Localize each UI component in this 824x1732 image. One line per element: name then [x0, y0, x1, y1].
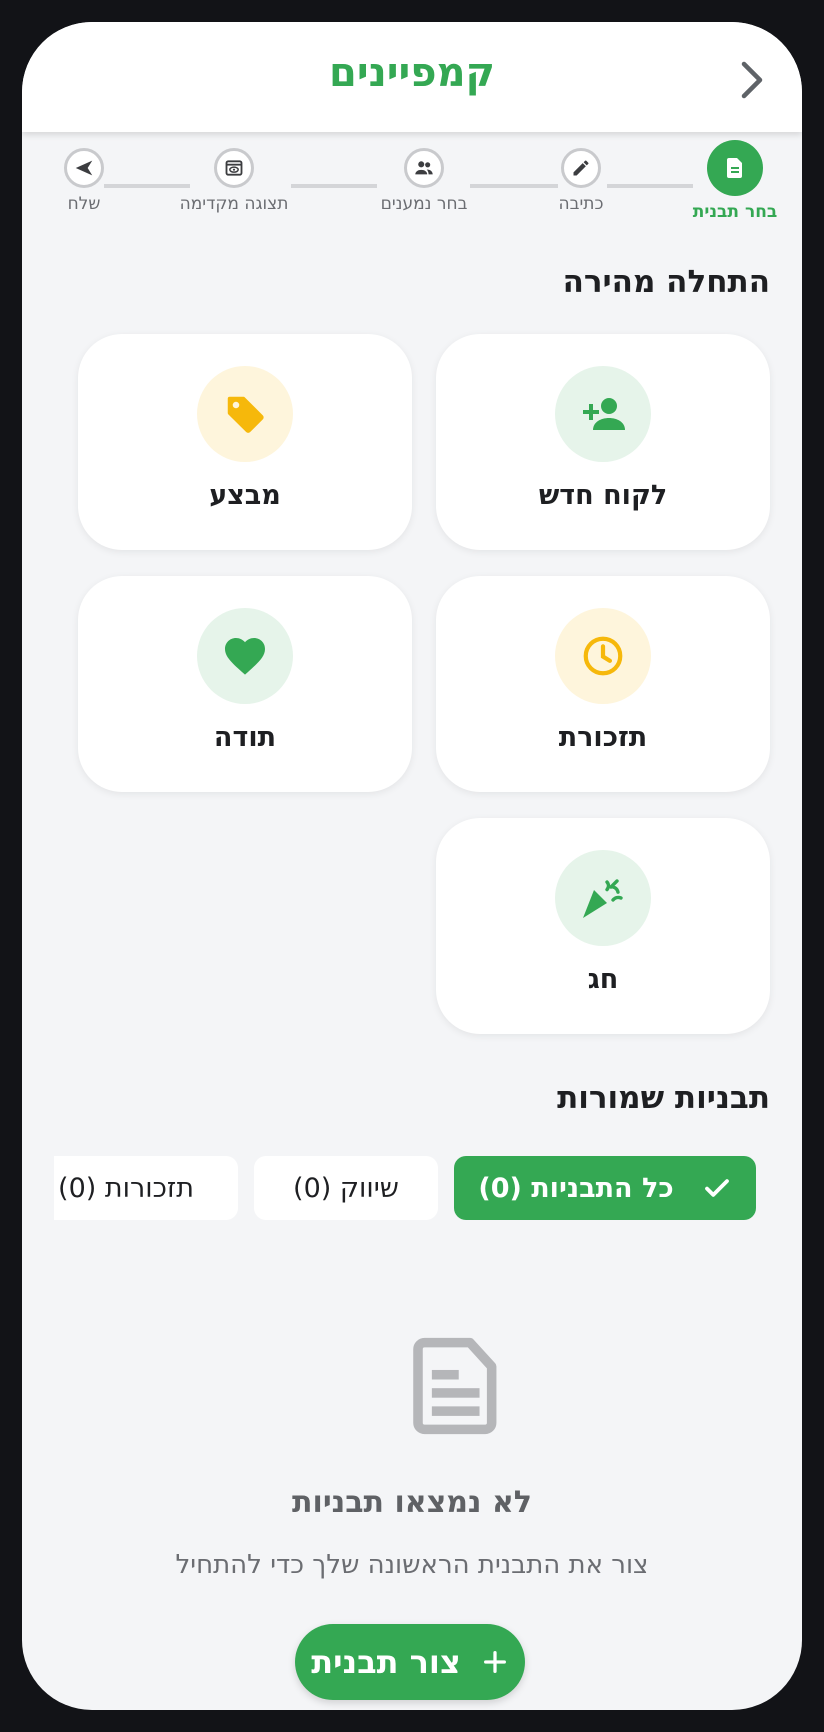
create-template-button[interactable]: צור תבנית: [295, 1624, 525, 1700]
step-recipients[interactable]: בחר נמענים: [354, 148, 494, 214]
chip-label: שיווק (0): [293, 1172, 399, 1204]
step-label: בחר תבנית: [692, 202, 778, 222]
people-icon: [415, 161, 433, 175]
phone-screen: קמפיינים בחר תבנית כתיבה בחר נמענים תצוג…: [22, 22, 802, 1710]
filter-chip-all[interactable]: כל התבניות (0): [454, 1156, 756, 1220]
filter-chip-marketing[interactable]: שיווק (0): [254, 1156, 438, 1220]
step-label: שלח: [67, 194, 101, 214]
step-send[interactable]: שלח: [22, 148, 154, 214]
filter-chip-reminders[interactable]: תזכורות (0): [54, 1156, 238, 1220]
send-icon: [75, 160, 93, 176]
plus-icon: [483, 1651, 506, 1673]
step-label: בחר נמענים: [380, 194, 468, 214]
card-label: תודה: [213, 722, 277, 753]
clock-icon: [583, 636, 623, 676]
quick-card-new-customer[interactable]: לקוח חדש: [436, 334, 770, 550]
chip-label: כל התבניות (0): [478, 1172, 674, 1204]
icon-circle: [555, 366, 651, 462]
step-circle: [404, 148, 444, 188]
heart-icon: [225, 638, 265, 675]
back-button[interactable]: [730, 58, 774, 102]
quick-card-holiday[interactable]: חג: [436, 818, 770, 1034]
page-title: קמפיינים: [328, 50, 495, 96]
document-icon: [727, 158, 742, 178]
card-label: חג: [587, 964, 619, 995]
party-popper-icon: [583, 879, 623, 918]
step-label: כתיבה: [558, 194, 604, 214]
quick-card-thanks[interactable]: תודה: [78, 576, 412, 792]
saved-templates-heading: תבניות שמורות: [557, 1080, 770, 1116]
step-circle: [64, 148, 104, 188]
filter-chips: כל התבניות (0) שיווק (0) תזכורות (0): [54, 1152, 794, 1224]
step-circle: [561, 148, 601, 188]
icon-circle: [555, 850, 651, 946]
tag-icon: [227, 396, 264, 433]
check-icon: [704, 1179, 729, 1197]
pencil-icon: [573, 160, 589, 176]
quick-start-heading: התחלה מהירה: [562, 264, 770, 300]
icon-circle: [197, 608, 293, 704]
step-label: תצוגה מקדימה: [179, 194, 289, 214]
chevron-right-icon: [741, 61, 763, 99]
quick-card-reminder[interactable]: תזכורת: [436, 576, 770, 792]
icon-circle: [555, 608, 651, 704]
card-label: תזכורת: [558, 722, 648, 753]
person-add-icon: [583, 398, 625, 430]
card-label: לקוח חדש: [538, 480, 668, 511]
card-label: מבצע: [209, 480, 281, 511]
quick-card-promotion[interactable]: מבצע: [78, 334, 412, 550]
empty-state-icon-wrap: [405, 1334, 509, 1442]
empty-state-title: לא נמצאו תבניות: [292, 1485, 532, 1520]
create-template-label: צור תבנית: [311, 1643, 461, 1681]
document-icon: [413, 1337, 497, 1435]
step-preview[interactable]: תצוגה מקדימה: [164, 148, 304, 214]
preview-icon: [225, 160, 243, 176]
step-choose-template[interactable]: בחר תבנית: [665, 140, 802, 222]
chip-label: תזכורות (0): [58, 1172, 194, 1204]
icon-circle: [197, 366, 293, 462]
step-circle: [707, 140, 763, 196]
step-writing[interactable]: כתיבה: [511, 148, 651, 214]
step-circle: [214, 148, 254, 188]
empty-state-subtitle: צור את התבנית הראשונה שלך כדי להתחיל: [175, 1550, 649, 1580]
app-header: קמפיינים: [22, 22, 802, 132]
